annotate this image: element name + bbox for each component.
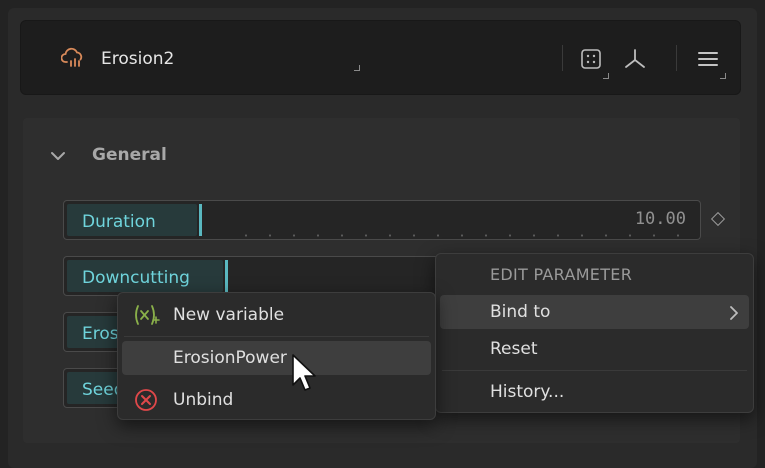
bind-to-submenu: New variable ErosionPower Unbind (117, 292, 436, 420)
node-title[interactable]: Erosion2 (101, 49, 174, 69)
menu-item-reset[interactable]: Reset (440, 332, 749, 366)
graph-icon[interactable] (621, 45, 649, 73)
menu-item-label: Reset (490, 339, 538, 359)
mouse-pointer-icon (291, 353, 321, 397)
cloud-erosion-icon (60, 47, 89, 69)
param-label: Duration (82, 212, 156, 232)
param-label-box: Duration (67, 204, 197, 236)
menu-divider (442, 370, 747, 371)
param-downcutting[interactable]: Downcutting (63, 256, 463, 296)
menu-corner (720, 73, 726, 79)
slider-handle[interactable] (199, 204, 202, 236)
chevron-down-icon[interactable] (50, 148, 66, 164)
param-duration[interactable]: Duration 10.00 (63, 200, 701, 240)
title-resize-corner (354, 65, 360, 71)
inspect-icon[interactable] (577, 45, 605, 73)
slider-ticks (234, 234, 692, 237)
menu-divider (124, 336, 429, 337)
submenu-item-label: Unbind (173, 390, 234, 410)
submenu-item-label: New variable (173, 305, 285, 325)
unbind-icon (134, 388, 158, 416)
param-label-box: Downcutting (67, 260, 223, 292)
submenu-item-label: ErosionPower (173, 348, 287, 368)
header-separator (562, 45, 563, 71)
menu-item-bind-to[interactable]: Bind to (440, 295, 749, 329)
menu-item-label: Bind to (490, 302, 551, 322)
param-label: Eros (82, 324, 119, 344)
new-variable-icon (132, 303, 160, 331)
param-value[interactable]: 10.00 (635, 209, 686, 229)
hamburger-menu-icon[interactable] (694, 45, 722, 73)
menu-item-label: History... (490, 382, 565, 402)
inspect-corner (603, 73, 609, 79)
menu-item-history[interactable]: History... (440, 375, 749, 409)
edit-parameter-menu: EDIT PARAMETER Bind to Reset History... (435, 253, 754, 413)
submenu-item-erosionpower[interactable]: ErosionPower (122, 341, 431, 375)
submenu-item-new-variable[interactable]: New variable (122, 298, 431, 332)
submenu-item-unbind[interactable]: Unbind (122, 383, 431, 417)
slider-handle[interactable] (225, 260, 228, 292)
param-label: Downcutting (82, 268, 190, 288)
section-title[interactable]: General (92, 145, 167, 165)
chevron-right-icon (729, 305, 739, 324)
node-header: Erosion2 (20, 20, 741, 95)
menu-heading: EDIT PARAMETER (490, 265, 633, 284)
header-separator (676, 45, 677, 71)
